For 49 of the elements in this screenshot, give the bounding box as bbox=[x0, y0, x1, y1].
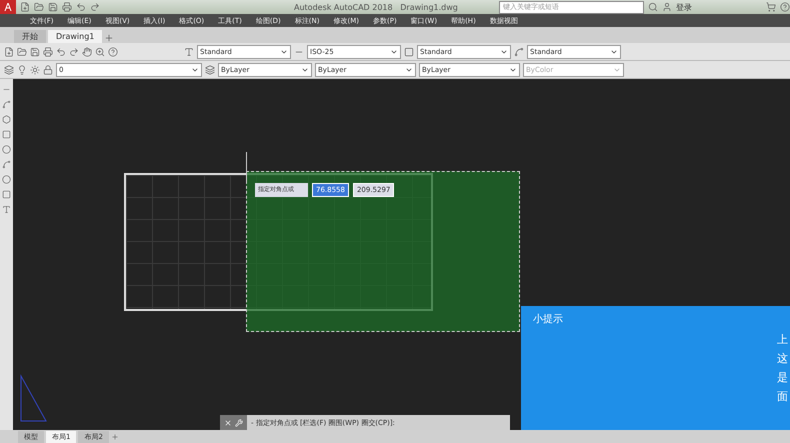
circle-icon[interactable] bbox=[2, 175, 11, 184]
hand-icon[interactable] bbox=[82, 46, 92, 56]
layers-icon[interactable] bbox=[4, 64, 14, 74]
document-tab[interactable]: 开始 bbox=[14, 30, 46, 43]
new-file-icon[interactable] bbox=[4, 46, 14, 56]
text-style-icon[interactable] bbox=[184, 46, 194, 56]
window-title: Autodesk AutoCAD 2018 Drawing1.dwg bbox=[294, 2, 458, 12]
save-icon[interactable] bbox=[30, 46, 40, 56]
curve-icon[interactable] bbox=[2, 160, 11, 169]
search-icon[interactable] bbox=[648, 2, 658, 12]
sign-in-link[interactable]: 登录 bbox=[676, 2, 692, 12]
new-file-icon[interactable] bbox=[20, 2, 30, 12]
close-icon[interactable] bbox=[224, 418, 232, 426]
tip-title: 小提示 bbox=[533, 312, 563, 327]
rectangle-icon[interactable] bbox=[2, 190, 11, 199]
table-icon[interactable] bbox=[404, 46, 414, 56]
lock-icon[interactable] bbox=[43, 64, 53, 74]
lightbulb-icon[interactable] bbox=[17, 64, 27, 74]
redo-icon[interactable] bbox=[69, 46, 79, 56]
undo-icon[interactable] bbox=[76, 2, 86, 12]
ucs-triangle-icon bbox=[18, 374, 48, 424]
polygon-icon[interactable] bbox=[2, 115, 11, 124]
zoom-icon[interactable] bbox=[95, 46, 105, 56]
help-icon[interactable] bbox=[108, 46, 118, 56]
tip-text: 这 bbox=[777, 351, 788, 366]
printer-icon[interactable] bbox=[43, 46, 53, 56]
app-logo-icon[interactable] bbox=[0, 0, 16, 14]
save-icon[interactable] bbox=[48, 2, 58, 12]
help-icon[interactable] bbox=[780, 2, 790, 12]
user-icon[interactable] bbox=[662, 2, 672, 12]
cart-icon[interactable] bbox=[766, 2, 776, 12]
rectangle-icon[interactable] bbox=[2, 130, 11, 139]
folder-icon[interactable] bbox=[34, 2, 44, 12]
add-tab-icon[interactable] bbox=[104, 33, 114, 43]
wrench-icon[interactable] bbox=[235, 418, 243, 426]
printer-icon[interactable] bbox=[62, 2, 72, 12]
layers-icon[interactable] bbox=[205, 64, 215, 74]
redo-icon[interactable] bbox=[90, 2, 100, 12]
curve-icon[interactable] bbox=[2, 100, 11, 109]
folder-icon[interactable] bbox=[17, 46, 27, 56]
circle-icon[interactable] bbox=[2, 145, 11, 154]
tip-text: 面 bbox=[777, 389, 788, 404]
text-icon[interactable] bbox=[2, 205, 11, 214]
document-tab[interactable]: Drawing1 bbox=[48, 30, 102, 43]
undo-icon[interactable] bbox=[56, 46, 66, 56]
leader-icon[interactable] bbox=[514, 46, 524, 56]
crosshair-line bbox=[246, 152, 247, 182]
tip-text: 上 bbox=[777, 332, 788, 347]
tip-text: 是 bbox=[777, 370, 788, 385]
